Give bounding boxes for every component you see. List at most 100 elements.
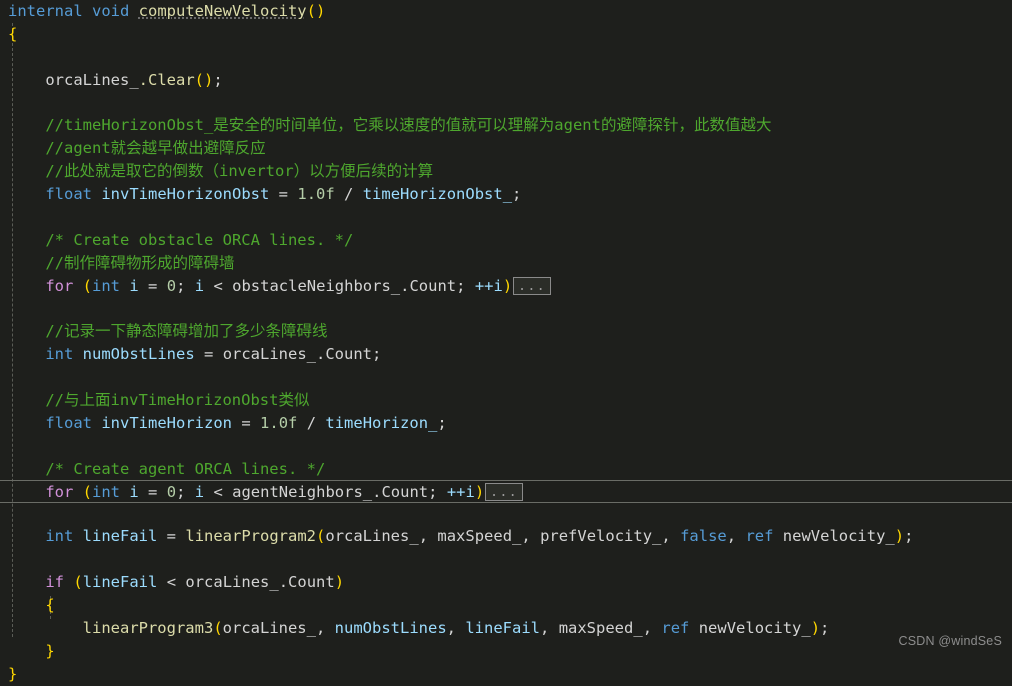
code-line[interactable]: //此处就是取它的倒数（invertor）以方便后续的计算 [0, 160, 1012, 183]
token-variable-numobstlines: numObstLines [82, 345, 195, 364]
token-keyword-float: float [45, 185, 92, 204]
token-comma: , [726, 527, 737, 546]
token-comment: //制作障碍物形成的障碍墙 [45, 253, 235, 272]
token-brace-close: } [45, 641, 55, 660]
token-comment: //与上面invTimeHorizonObst类似 [45, 391, 310, 410]
token-paren-open: ( [82, 276, 93, 295]
token-variable-i: i [129, 276, 139, 295]
token-variable-invtimehorizonobst: invTimeHorizonObst [101, 185, 270, 204]
token-property-count: .Count [372, 482, 429, 501]
token-operator-lessthan: < [213, 482, 223, 501]
code-line-blank[interactable] [0, 435, 1012, 458]
code-line[interactable]: //记录一下静态障碍增加了多少条障碍线 [0, 320, 1012, 343]
code-line[interactable]: int numObstLines = orcaLines_.Count; [0, 343, 1012, 366]
code-line[interactable]: /* Create obstacle ORCA lines. */ [0, 229, 1012, 252]
token-comma: , [540, 619, 550, 638]
token-keyword-internal: internal [8, 2, 83, 20]
code-line-blank[interactable] [0, 92, 1012, 115]
token-keyword-for: for [45, 276, 74, 295]
token-keyword-for: for [45, 482, 74, 501]
code-lines[interactable]: internal void computeNewVelocity() { orc… [0, 0, 1012, 686]
token-comment: //记录一下静态障碍增加了多少条障碍线 [45, 322, 328, 341]
code-line-blank[interactable] [0, 298, 1012, 321]
code-line-blank[interactable] [0, 46, 1012, 69]
token-paren-close: ) [810, 619, 821, 638]
code-line-blank[interactable] [0, 206, 1012, 229]
token-comment: //timeHorizonObst_是安全的时间单位，它乘以速度的值就可以理解为… [45, 116, 772, 135]
folded-region-chip[interactable]: ... [485, 482, 524, 501]
code-line[interactable]: internal void computeNewVelocity() [0, 0, 1012, 23]
token-semicolon: ; [904, 527, 914, 546]
code-line[interactable]: for (int i = 0; i < obstacleNeighbors_.C… [0, 275, 1012, 298]
token-operator-divide: / [306, 414, 317, 433]
code-line[interactable]: { [0, 23, 1012, 46]
token-field-newvelocity: newVelocity_ [698, 619, 811, 638]
code-line[interactable]: int lineFail = linearProgram2(orcaLines_… [0, 525, 1012, 548]
token-comma: , [446, 619, 456, 638]
token-field-newvelocity: newVelocity_ [782, 527, 895, 546]
token-variable-linefail: lineFail [82, 573, 158, 592]
code-line[interactable]: //agent就会越早做出避障反应 [0, 137, 1012, 160]
token-paren-open: ( [194, 70, 204, 89]
token-paren-close: ) [316, 2, 326, 20]
token-semicolon: ; [512, 185, 522, 204]
code-line-current[interactable]: for (int i = 0; i < agentNeighbors_.Coun… [0, 479, 1012, 503]
token-semicolon: ; [456, 276, 466, 295]
token-paren-close: ) [334, 573, 345, 592]
token-increment-i: ++i [446, 482, 475, 501]
token-number: 0 [166, 482, 177, 501]
code-line[interactable]: float invTimeHorizonObst = 1.0f / timeHo… [0, 183, 1012, 206]
code-editor[interactable]: internal void computeNewVelocity() { orc… [0, 0, 1012, 683]
code-line[interactable]: /* Create agent ORCA lines. */ [0, 458, 1012, 481]
token-comma: , [315, 619, 326, 638]
token-field-orcalines: orcaLines_ [222, 619, 316, 638]
token-field-timehorizonobst: timeHorizonObst_ [362, 185, 513, 204]
token-semicolon: ; [176, 276, 186, 295]
token-keyword-ref: ref [745, 527, 774, 546]
code-line[interactable]: if (lineFail < orcaLines_.Count) [0, 571, 1012, 594]
token-comma: , [642, 619, 653, 638]
token-paren-open: ( [306, 2, 316, 20]
token-field-timehorizon: timeHorizon_ [325, 414, 438, 433]
code-line-blank[interactable] [0, 366, 1012, 389]
token-paren-open: ( [316, 527, 326, 546]
token-method-linearprogram2[interactable]: linearProgram2 [185, 527, 316, 545]
token-semicolon: ; [176, 482, 186, 501]
token-comment-block: /* Create agent ORCA lines. */ [45, 459, 326, 478]
token-field-maxspeed: maxSpeed_ [558, 619, 643, 638]
code-line[interactable]: //与上面invTimeHorizonObst类似 [0, 389, 1012, 412]
code-line[interactable]: orcaLines_.Clear(); [0, 69, 1012, 92]
code-line-blank[interactable] [0, 548, 1012, 571]
token-method-computenewvelocity[interactable]: computeNewVelocity [139, 2, 307, 20]
token-comma: , [661, 527, 671, 546]
code-line[interactable]: float invTimeHorizon = 1.0f / timeHorizo… [0, 412, 1012, 435]
code-line[interactable]: { [0, 594, 1012, 617]
token-keyword-int: int [92, 276, 121, 295]
code-line[interactable]: linearProgram3(orcaLines_, numObstLines,… [0, 617, 1012, 640]
token-comment-block: /* Create obstacle ORCA lines. */ [45, 230, 354, 249]
token-semicolon: ; [820, 619, 830, 638]
token-comma: , [521, 527, 531, 546]
token-paren-close: ) [502, 276, 513, 295]
token-number: 1.0f [260, 414, 298, 433]
code-line[interactable]: //制作障碍物形成的障碍墙 [0, 252, 1012, 275]
token-keyword-float: float [45, 414, 92, 433]
token-operator-assign: = [278, 185, 289, 204]
token-semicolon: ; [428, 482, 438, 501]
token-method-clear[interactable]: .Clear [139, 71, 195, 89]
code-line-blank[interactable] [0, 503, 1012, 526]
token-comment: //agent就会越早做出避障反应 [45, 139, 266, 158]
token-property-count: .Count [400, 276, 457, 295]
token-field-maxspeed: maxSpeed_ [437, 527, 522, 546]
token-paren-open: ( [73, 573, 83, 592]
token-brace-close: } [8, 664, 18, 683]
code-line[interactable]: } [0, 640, 1012, 663]
token-operator-lessthan: < [166, 573, 177, 592]
code-line[interactable]: } [0, 663, 1012, 686]
token-method-linearprogram3[interactable]: linearProgram3 [83, 619, 214, 637]
token-property-count: .Count [316, 345, 373, 364]
token-variable-linefail: lineFail [465, 619, 540, 638]
code-line[interactable]: //timeHorizonObst_是安全的时间单位，它乘以速度的值就可以理解为… [0, 114, 1012, 137]
folded-region-chip[interactable]: ... [513, 276, 552, 295]
token-keyword-if: if [45, 573, 64, 592]
